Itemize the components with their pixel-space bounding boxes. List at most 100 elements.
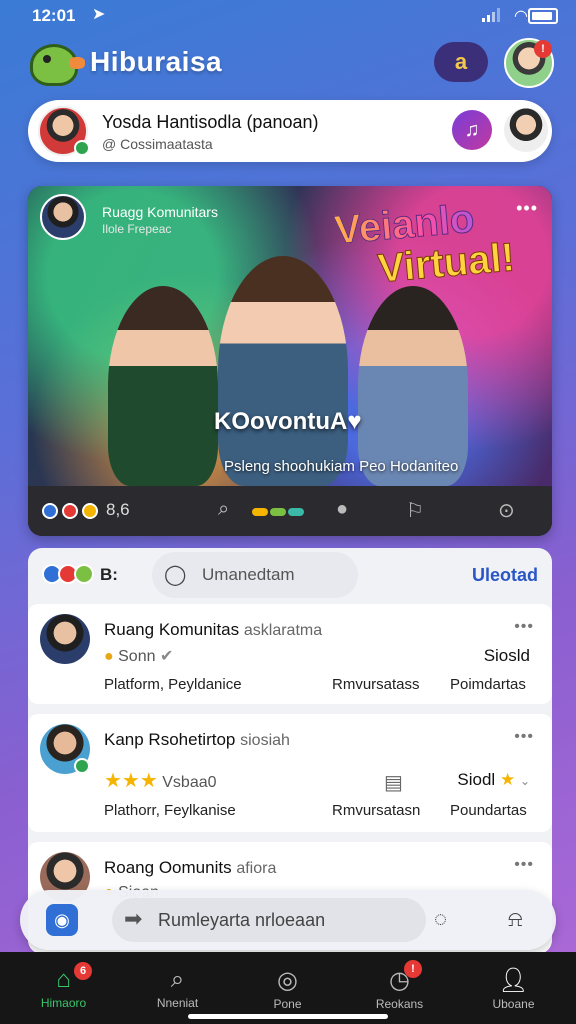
star-rating-icon: ★★★ [104, 770, 158, 792]
post-tag: Rmvursatasn [332, 802, 421, 819]
more-options-icon[interactable]: ••• [516, 198, 538, 219]
post-author-name[interactable]: Ruagg Komunitars [102, 204, 218, 220]
flag-icon[interactable]: ⚐ [406, 498, 424, 523]
post-tag: Poimdartas [450, 676, 526, 693]
online-status-icon [74, 140, 90, 156]
post-title-sub: asklaratma [243, 622, 323, 639]
tab-label: Nneniat [156, 996, 199, 1010]
post-title: Roang Oomunits afiora [104, 858, 276, 878]
search-icon: ⌕ [170, 966, 185, 993]
app-logo-icon [30, 44, 85, 86]
more-options-icon[interactable]: ••• [514, 618, 534, 636]
online-status-icon [74, 758, 90, 774]
post-tag: Platform, Peyldanice [104, 676, 242, 693]
post-tag: Poundartas [450, 802, 527, 819]
home-icon: ⌂ [56, 966, 71, 993]
home-indicator[interactable] [188, 1014, 388, 1019]
feed-search-placeholder: Umanedtam [202, 565, 295, 584]
post-tag: Rmvursatass [332, 676, 420, 693]
progress-pill [270, 508, 286, 516]
post-title: Kanp Rsohetirtop siosiah [104, 730, 290, 750]
post-title-main: Roang Oomunits [104, 858, 232, 877]
post-meta-text: Sonn [118, 648, 156, 665]
post-rating: ★★★ Vsbaa0 [104, 768, 217, 793]
post-title-main: Ruang Komunitas [104, 620, 240, 639]
virtual-event-sticker: Veianlo Virtual! [332, 194, 517, 293]
post-tag: Plathorr, Feylkanise [104, 802, 236, 819]
list-item[interactable]: Ruang Komunitas asklaratma ••• ● Sonn ✔ … [28, 604, 552, 704]
tab-label: Uboane [492, 997, 535, 1011]
person-figure [358, 286, 468, 486]
chevron-down-icon[interactable]: ⌄ [520, 774, 530, 788]
like-reaction-icon[interactable] [42, 503, 58, 519]
arrow-right-icon: ➡ [124, 906, 143, 931]
music-icon[interactable]: ♫ [452, 110, 492, 150]
progress-pill [288, 508, 304, 516]
notification-badge: ! [534, 40, 552, 58]
haha-reaction-icon[interactable] [82, 503, 98, 519]
upload-button[interactable]: Uleotad [472, 565, 538, 586]
verified-icon: ✔ [159, 648, 174, 665]
chat-button[interactable]: a [434, 42, 488, 82]
profile-handle: @ Cossimaatasta [102, 136, 213, 152]
share-icon[interactable]: ⊙ [498, 498, 515, 523]
post-author-sub: Ilole Frepeac [102, 222, 172, 236]
composer-bar: ◉ ➡ Rumleyarta nrloeaan ◌ ⍾ [20, 890, 556, 950]
person-figure [218, 256, 348, 486]
tab-profile[interactable]: 👤︎ Uboane [456, 952, 571, 1024]
status-time: 12:01 [32, 6, 76, 25]
featured-title: KOovontuA♥ [214, 408, 362, 435]
star-icon: ★ [499, 770, 516, 789]
status-bar: 12:01 ➤ ◠ [0, 0, 576, 32]
post-title: Ruang Komunitas asklaratma [104, 620, 322, 640]
document-icon[interactable]: ▤ [384, 770, 403, 795]
cellular-signal-icon [482, 8, 500, 22]
search-icon[interactable]: ⌕ [218, 498, 229, 521]
chat-icon[interactable]: ◌ [434, 906, 447, 932]
list-item[interactable]: Kanp Rsohetirtop siosiah ••• ★★★ Vsbaa0 … [28, 714, 552, 832]
progress-pill [252, 508, 268, 516]
tab-badge: 6 [74, 962, 92, 980]
bell-icon[interactable]: ⍾ [508, 906, 523, 932]
location-arrow-icon: ➤ [92, 6, 106, 23]
composer-placeholder: Rumleyarta nrloeaan [158, 910, 326, 930]
feed-search-input[interactable]: ◯ Umanedtam [152, 552, 358, 598]
love-reaction-icon[interactable] [62, 503, 78, 519]
app-title: Hiburaisa [90, 46, 223, 77]
person-figure [108, 286, 218, 486]
profile-card[interactable]: Yosda Hantisodla (panoan) @ Cossimaatast… [28, 100, 552, 162]
avatar[interactable] [40, 614, 90, 664]
more-options-icon[interactable]: ••• [514, 728, 534, 746]
post-status-text: Siodl [457, 770, 496, 789]
tab-label: Himaoro [40, 996, 87, 1010]
post-title-main: Kanp Rsohetirtop [104, 730, 236, 749]
reaction-filter-icons[interactable] [42, 564, 94, 589]
post-status: Siosld [483, 646, 530, 665]
filter-label[interactable]: B: [100, 565, 118, 585]
activity-icon: ◷ [389, 967, 410, 994]
profile-name: Yosda Hantisodla (panoan) [102, 112, 319, 132]
featured-caption: Psleng shoohukiam Peo Hodaniteo [224, 458, 459, 475]
tab-home[interactable]: ⌂ Himaoro [6, 952, 121, 1024]
composer-input[interactable]: ➡ Rumleyarta nrloeaan [112, 898, 426, 942]
coin-icon: ● [104, 648, 114, 665]
comment-icon[interactable]: ● [336, 498, 348, 521]
more-options-icon[interactable]: ••• [514, 856, 534, 874]
tab-label: Reokans [375, 997, 424, 1011]
post-meta: ● Sonn ✔ [104, 646, 173, 666]
feed-tabs: B: ◯ Umanedtam Uleotad [28, 548, 552, 602]
camera-icon[interactable]: ◉ [46, 904, 78, 936]
reaction-count: 8,6 [106, 500, 130, 519]
post-title-sub: siosiah [240, 732, 290, 749]
friend-avatar[interactable] [504, 108, 548, 152]
post-title-sub: afiora [236, 860, 277, 877]
battery-icon [528, 8, 558, 24]
wifi-icon: ◠ [514, 8, 528, 25]
tab-badge: ! [404, 960, 422, 978]
post-action-bar: 8,6 ⌕ ● ⚐ ⊙ [28, 486, 552, 536]
post-meta-text: Vsbaa0 [162, 774, 217, 791]
explore-icon: ◎ [277, 967, 298, 994]
profile-icon: 👤︎ [498, 967, 529, 994]
post-author-avatar[interactable] [40, 194, 86, 240]
featured-post[interactable]: Ruagg Komunitars Ilole Frepeac ••• Veian… [28, 186, 552, 536]
